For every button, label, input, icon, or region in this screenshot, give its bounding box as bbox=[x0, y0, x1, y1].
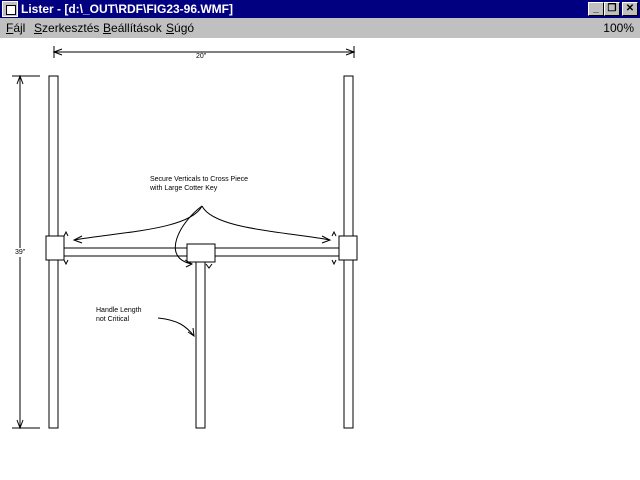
center-tee-connector bbox=[186, 243, 216, 263]
restore-button[interactable]: ❐ bbox=[604, 2, 620, 16]
menu-file[interactable]: Fájl bbox=[6, 21, 25, 35]
note-handle-length: Handle Length not Critical bbox=[96, 307, 142, 323]
close-button[interactable]: ✕ bbox=[622, 2, 638, 16]
leader-right bbox=[201, 205, 331, 241]
menu-help[interactable]: Súgó bbox=[166, 21, 194, 35]
app-icon[interactable] bbox=[2, 1, 18, 17]
menu-edit[interactable]: Szerkesztés bbox=[34, 21, 99, 35]
drawing-canvas[interactable]: 20" 39" Secure Verticals to Cross Piece … bbox=[0, 38, 640, 480]
menu-bar: Fájl Szerkesztés Beállítások Súgó 100% bbox=[0, 18, 640, 38]
cotter-key-center bbox=[205, 263, 213, 269]
dim-height-label: 39" bbox=[14, 248, 27, 257]
window-title: Lister - [d:\_OUT\RDF\FIG23-96.WMF] bbox=[21, 2, 234, 16]
title-bar[interactable]: Lister - [d:\_OUT\RDF\FIG23-96.WMF] _ ❐ … bbox=[0, 0, 640, 18]
menu-settings[interactable]: Beállítások bbox=[103, 21, 162, 35]
note-secure-verticals: Secure Verticals to Cross Piece with Lar… bbox=[150, 176, 249, 192]
zoom-level: 100% bbox=[603, 21, 634, 35]
dim-width-label: 20" bbox=[196, 53, 207, 60]
cotter-key-left-top bbox=[63, 230, 69, 237]
cotter-key-left-bottom bbox=[63, 259, 69, 266]
leader-left bbox=[73, 205, 203, 241]
handle bbox=[195, 255, 206, 429]
leader-handle bbox=[157, 317, 195, 337]
cotter-key-right-bottom bbox=[331, 259, 337, 266]
left-tee-connector bbox=[45, 235, 65, 261]
right-tee-connector bbox=[338, 235, 358, 261]
minimize-button[interactable]: _ bbox=[588, 2, 604, 16]
antenna-drawing bbox=[12, 46, 358, 430]
cotter-key-right-top bbox=[331, 230, 337, 237]
